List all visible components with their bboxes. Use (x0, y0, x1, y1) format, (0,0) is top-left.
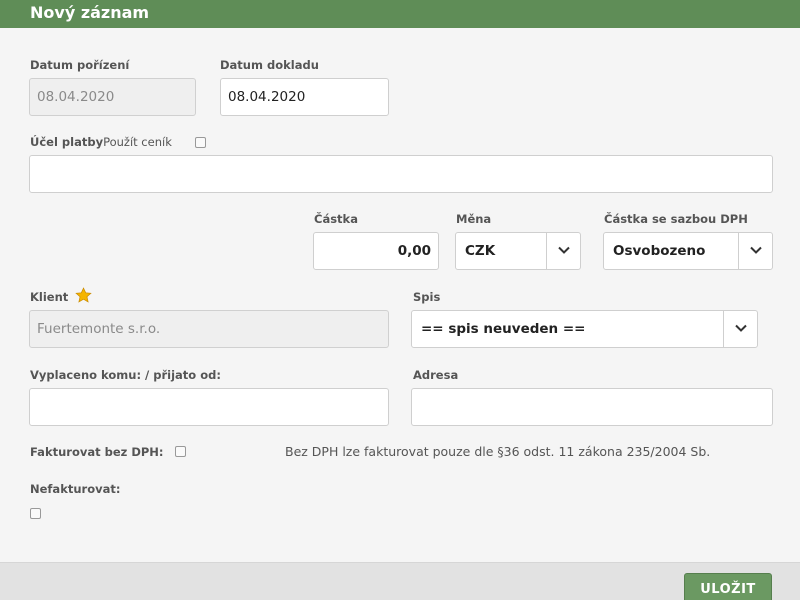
sazba-dph-value: Osvobozeno (613, 243, 706, 259)
chevron-down-icon (735, 324, 747, 332)
nefakturovat-label: Nefakturovat: (30, 482, 121, 496)
dph-note: Bez DPH lze fakturovat pouze dle §36 ods… (285, 444, 711, 459)
dialog-body: Datum pořízení 08.04.2020 Datum dokladu … (0, 28, 800, 562)
pouzit-cenik-checkbox[interactable] (195, 137, 206, 148)
datum-dokladu-input[interactable]: 08.04.2020 (220, 78, 389, 116)
star-icon[interactable] (75, 287, 92, 304)
mena-dropdown-arrow[interactable] (546, 233, 580, 269)
spis-label: Spis (413, 290, 441, 304)
pouzit-cenik-label: Použít ceník (103, 135, 172, 149)
spis-select[interactable]: == spis neuveden == (411, 310, 758, 348)
spis-value: == spis neuveden == (421, 321, 586, 337)
adresa-label: Adresa (413, 368, 459, 382)
save-button[interactable]: ULOŽIT (684, 573, 772, 600)
mena-label: Měna (456, 212, 492, 226)
vyplaceno-label: Vyplaceno komu: / přijato od: (30, 368, 221, 382)
sazba-dph-label: Částka se sazbou DPH (604, 212, 748, 226)
castka-input[interactable]: 0,00 (313, 232, 439, 270)
klient-field: Fuertemonte s.r.o. (29, 310, 389, 348)
datum-porizeni-label: Datum pořízení (30, 58, 130, 72)
ucel-platby-label: Účel platby (30, 135, 104, 149)
dialog-title: Nový záznam (30, 3, 150, 22)
fakturovat-bez-dph-checkbox[interactable] (175, 446, 186, 457)
klient-label: Klient (30, 290, 69, 304)
mena-select[interactable]: CZK (455, 232, 581, 270)
datum-porizeni-field: 08.04.2020 (29, 78, 196, 116)
nefakturovat-checkbox[interactable] (30, 508, 41, 519)
castka-label: Částka (314, 212, 358, 226)
fakturovat-bez-dph-label: Fakturovat bez DPH: (30, 445, 164, 459)
chevron-down-icon (558, 246, 570, 254)
sazba-dph-select[interactable]: Osvobozeno (603, 232, 773, 270)
chevron-down-icon (750, 246, 762, 254)
ucel-platby-input[interactable] (29, 155, 773, 193)
adresa-input[interactable] (411, 388, 773, 426)
spis-dropdown-arrow[interactable] (723, 311, 757, 347)
datum-dokladu-label: Datum dokladu (220, 58, 319, 72)
ucel-platby-label-row: Účel platbyPoužít ceník (30, 135, 172, 149)
dialog-header: Nový záznam (0, 0, 800, 28)
vyplaceno-input[interactable] (29, 388, 389, 426)
sazba-dph-dropdown-arrow[interactable] (738, 233, 772, 269)
dialog-footer: ULOŽIT (0, 562, 800, 600)
mena-value: CZK (465, 243, 496, 259)
